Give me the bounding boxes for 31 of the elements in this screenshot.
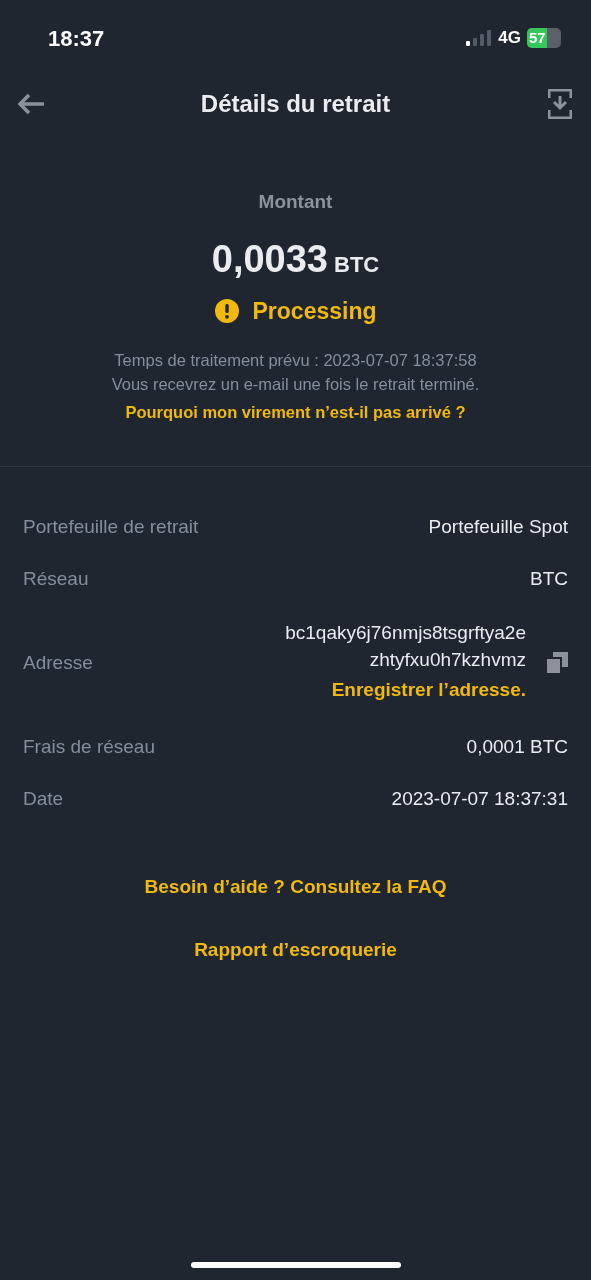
help-link[interactable]: Rapport d’escroquerie [194,935,397,964]
detail-value: 2023-07-07 18:37:31 [391,786,568,811]
battery-indicator: 57 [527,28,561,48]
info-text: Vous recevrez un e-mail une fois le retrait terminé. [111,374,480,395]
help-link[interactable]: Besoin d’aide ? Consultez la FAQ [144,873,447,902]
amount-value: 0,0033 [211,236,328,282]
amount-unit: BTC [334,250,380,279]
status-text: Processing [252,296,377,326]
signal-icon [466,30,493,46]
detail-label: Date [23,786,64,811]
detail-value: BTC [530,566,568,591]
copy-icon [546,652,568,674]
address-text: zhtyfxu0h7kzhvmz [369,648,526,672]
detail-label: Réseau [23,566,89,591]
back-arrow-icon [17,93,45,115]
detail-label: Frais de réseau [23,734,155,759]
address-text: bc1qaky6j76nmjs8tsgrftya2e [285,621,526,645]
network-label: 4G [498,27,521,50]
detail-label: Portefeuille de retrait [23,514,199,539]
status-time: 18:37 [48,24,105,53]
copy-button[interactable] [546,652,568,674]
amount-label: Montant [258,190,333,214]
info-text: Temps de traitement prévu : 2023-07-07 18:37:58 [114,350,477,371]
faq-link[interactable]: Pourquoi mon virement n’est-il pas arrivé ? [125,400,466,424]
detail-label: Adresse [23,650,93,675]
detail-value: Portefeuille Spot [428,514,568,539]
save-address-link[interactable]: Enregistrer l’adresse. [331,673,526,707]
download-button[interactable] [545,87,575,121]
download-icon [548,89,572,119]
detail-value: 0,0001 BTC [466,734,568,759]
page-title: Détails du retrait [200,89,391,119]
